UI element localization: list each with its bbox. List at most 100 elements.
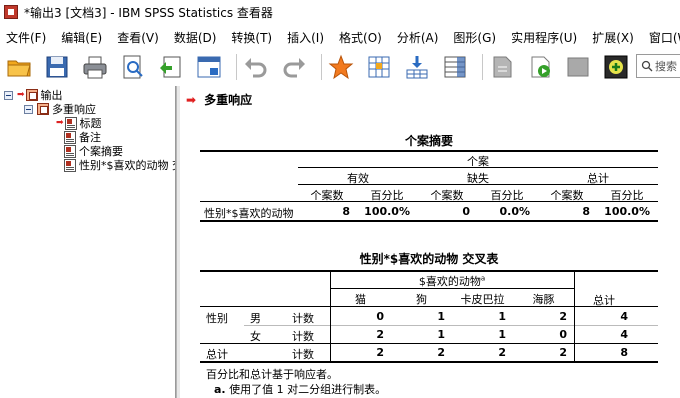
tree-item-label: 性别*$喜欢的动物 交叉表: [79, 159, 175, 172]
red-arrow-icon: ➡: [56, 118, 64, 128]
table-rule: [298, 184, 658, 185]
recall-dialog-icon[interactable]: [194, 53, 224, 81]
crosstab-row-sublabel: 男: [250, 312, 261, 325]
crosstab-row-label: 性别: [206, 312, 228, 325]
menu-bar: 文件(F) 编辑(E) 查看(V) 数据(D) 转换(T) 插入(I) 格式(O…: [0, 26, 680, 48]
goto-variable-icon[interactable]: [402, 53, 432, 81]
tree-item-title[interactable]: ➡ 标题: [56, 116, 102, 130]
table-rule: [200, 201, 658, 202]
crosstab-footnote-a: a. 使用了值 1 对二分组进行制表。: [214, 381, 386, 397]
footnote-marker: a.: [214, 383, 226, 396]
hide-icon[interactable]: [563, 53, 593, 81]
toolbar-separator: [236, 54, 237, 80]
menu-graphs[interactable]: 图形(G): [447, 29, 502, 46]
menu-utilities[interactable]: 实用程序(U): [505, 29, 583, 46]
menu-format[interactable]: 格式(O): [333, 29, 388, 46]
crosstab-cell: 1: [498, 310, 506, 323]
menu-extensions[interactable]: 扩展(X): [586, 29, 640, 46]
menu-transform[interactable]: 转换(T): [225, 29, 278, 46]
designate-window-icon[interactable]: [487, 53, 517, 81]
title-doc-icon: [64, 116, 77, 130]
table-rule: [200, 270, 658, 272]
summary-cell: 100.0%: [364, 205, 410, 218]
menu-analyze[interactable]: 分析(A): [391, 29, 445, 46]
crosstab-cell: 1: [437, 328, 445, 341]
toolbar-separator: [321, 54, 322, 80]
crosstab-cell: 2: [498, 346, 506, 359]
menu-view[interactable]: 查看(V): [111, 29, 165, 46]
crosstab-stat-label: 计数: [292, 330, 314, 343]
toolbar: [0, 50, 680, 84]
variables-icon[interactable]: [440, 53, 470, 81]
crosstab-row-sublabel: 女: [250, 330, 261, 343]
tree-root-output[interactable]: ➡ 输出: [4, 88, 63, 102]
table-rule: [298, 167, 658, 168]
crosstab-stat-label: 计数: [292, 312, 314, 325]
run-script-icon[interactable]: [525, 53, 555, 81]
undo-icon[interactable]: [241, 53, 271, 81]
goto-data-star-icon[interactable]: [326, 53, 356, 81]
section-heading: ➡ 多重响应: [186, 91, 252, 108]
search-icon: [641, 60, 653, 72]
summary-cell: 8: [342, 205, 350, 218]
summary-cell: 8: [582, 205, 590, 218]
tree-item-notes[interactable]: 备注: [64, 130, 101, 144]
outline-pane: ➡ 输出 多重响应 ➡ 标题 备注 个案摘要 性别*$喜欢的动物 交叉表: [0, 86, 176, 398]
tree-group-multiple-response[interactable]: 多重响应: [24, 102, 96, 116]
summary-row-label: 性别*$喜欢的动物: [204, 207, 294, 220]
print-icon[interactable]: [80, 53, 110, 81]
crosstab-col-header: 海豚: [532, 293, 555, 306]
notes-doc-icon: [64, 130, 76, 144]
crosstab-footnote: 百分比和总计基于响应者。: [206, 368, 338, 381]
summary-cell: 100.0%: [604, 205, 650, 218]
table-rule: [200, 343, 658, 344]
menu-insert[interactable]: 插入(I): [281, 29, 330, 46]
red-arrow-icon: ➡: [17, 90, 25, 100]
crosstab-top-header: $喜欢的动物a: [330, 273, 574, 289]
print-preview-icon[interactable]: [118, 53, 148, 81]
menu-edit[interactable]: 编辑(E): [55, 29, 108, 46]
open-folder-icon[interactable]: [4, 53, 34, 81]
collapse-icon[interactable]: [24, 104, 33, 114]
table-rule: [200, 361, 658, 363]
table-doc-icon: [64, 158, 76, 172]
section-heading-text: 多重响应: [204, 93, 253, 107]
redo-icon[interactable]: [279, 53, 309, 81]
window-title: *输出3 [文档3] - IBM SPSS Statistics 查看器: [24, 5, 273, 20]
table-rule: [574, 272, 575, 361]
menu-window[interactable]: 窗口(W): [643, 29, 680, 46]
footnote-marker: a: [480, 274, 486, 283]
menu-data[interactable]: 数据(D): [168, 29, 223, 46]
crosstab-total-cell: 4: [620, 328, 628, 341]
goto-case-icon[interactable]: [364, 53, 394, 81]
crosstab-cell: 0: [559, 328, 567, 341]
title-bar: *输出3 [文档3] - IBM SPSS Statistics 查看器: [0, 0, 680, 24]
tree-item-case-summary[interactable]: 个案摘要: [64, 144, 123, 158]
crosstab-col-header: 卡皮巴拉: [460, 293, 505, 306]
crosstab-cell: 0: [376, 310, 384, 323]
crosstab-cell: 2: [559, 310, 567, 323]
crosstab-cell: 1: [437, 310, 445, 323]
procedure-book-icon: [37, 103, 49, 115]
crosstab-col-header: 猫: [355, 293, 366, 306]
output-content-pane: ➡ 多重响应 个案摘要 个案 有效 缺失 总计 个案数 百分比 个案数 百分比 …: [180, 86, 680, 398]
toolbar-separator: [482, 54, 483, 80]
add-content-icon[interactable]: [601, 53, 631, 81]
spss-app-icon: [4, 5, 18, 19]
summary-table-title: 个案摘要: [404, 134, 453, 148]
crosstab-cell: 2: [559, 346, 567, 359]
table-doc-icon: [64, 144, 76, 158]
search-box[interactable]: 搜索: [636, 54, 680, 78]
crosstab-cell: 2: [376, 346, 384, 359]
crosstab-cell: 1: [498, 328, 506, 341]
export-icon[interactable]: [156, 53, 186, 81]
summary-cell: 0: [462, 205, 470, 218]
save-icon[interactable]: [42, 53, 72, 81]
tree-item-crosstab[interactable]: 性别*$喜欢的动物 交叉表: [64, 158, 175, 172]
collapse-icon[interactable]: [4, 90, 13, 100]
table-rule: [330, 272, 331, 361]
footnote-text: 使用了值 1 对二分组进行制表。: [229, 383, 387, 396]
menu-file[interactable]: 文件(F): [0, 29, 52, 46]
crosstab-total-cell: 8: [620, 346, 628, 359]
output-book-icon: [25, 89, 38, 101]
